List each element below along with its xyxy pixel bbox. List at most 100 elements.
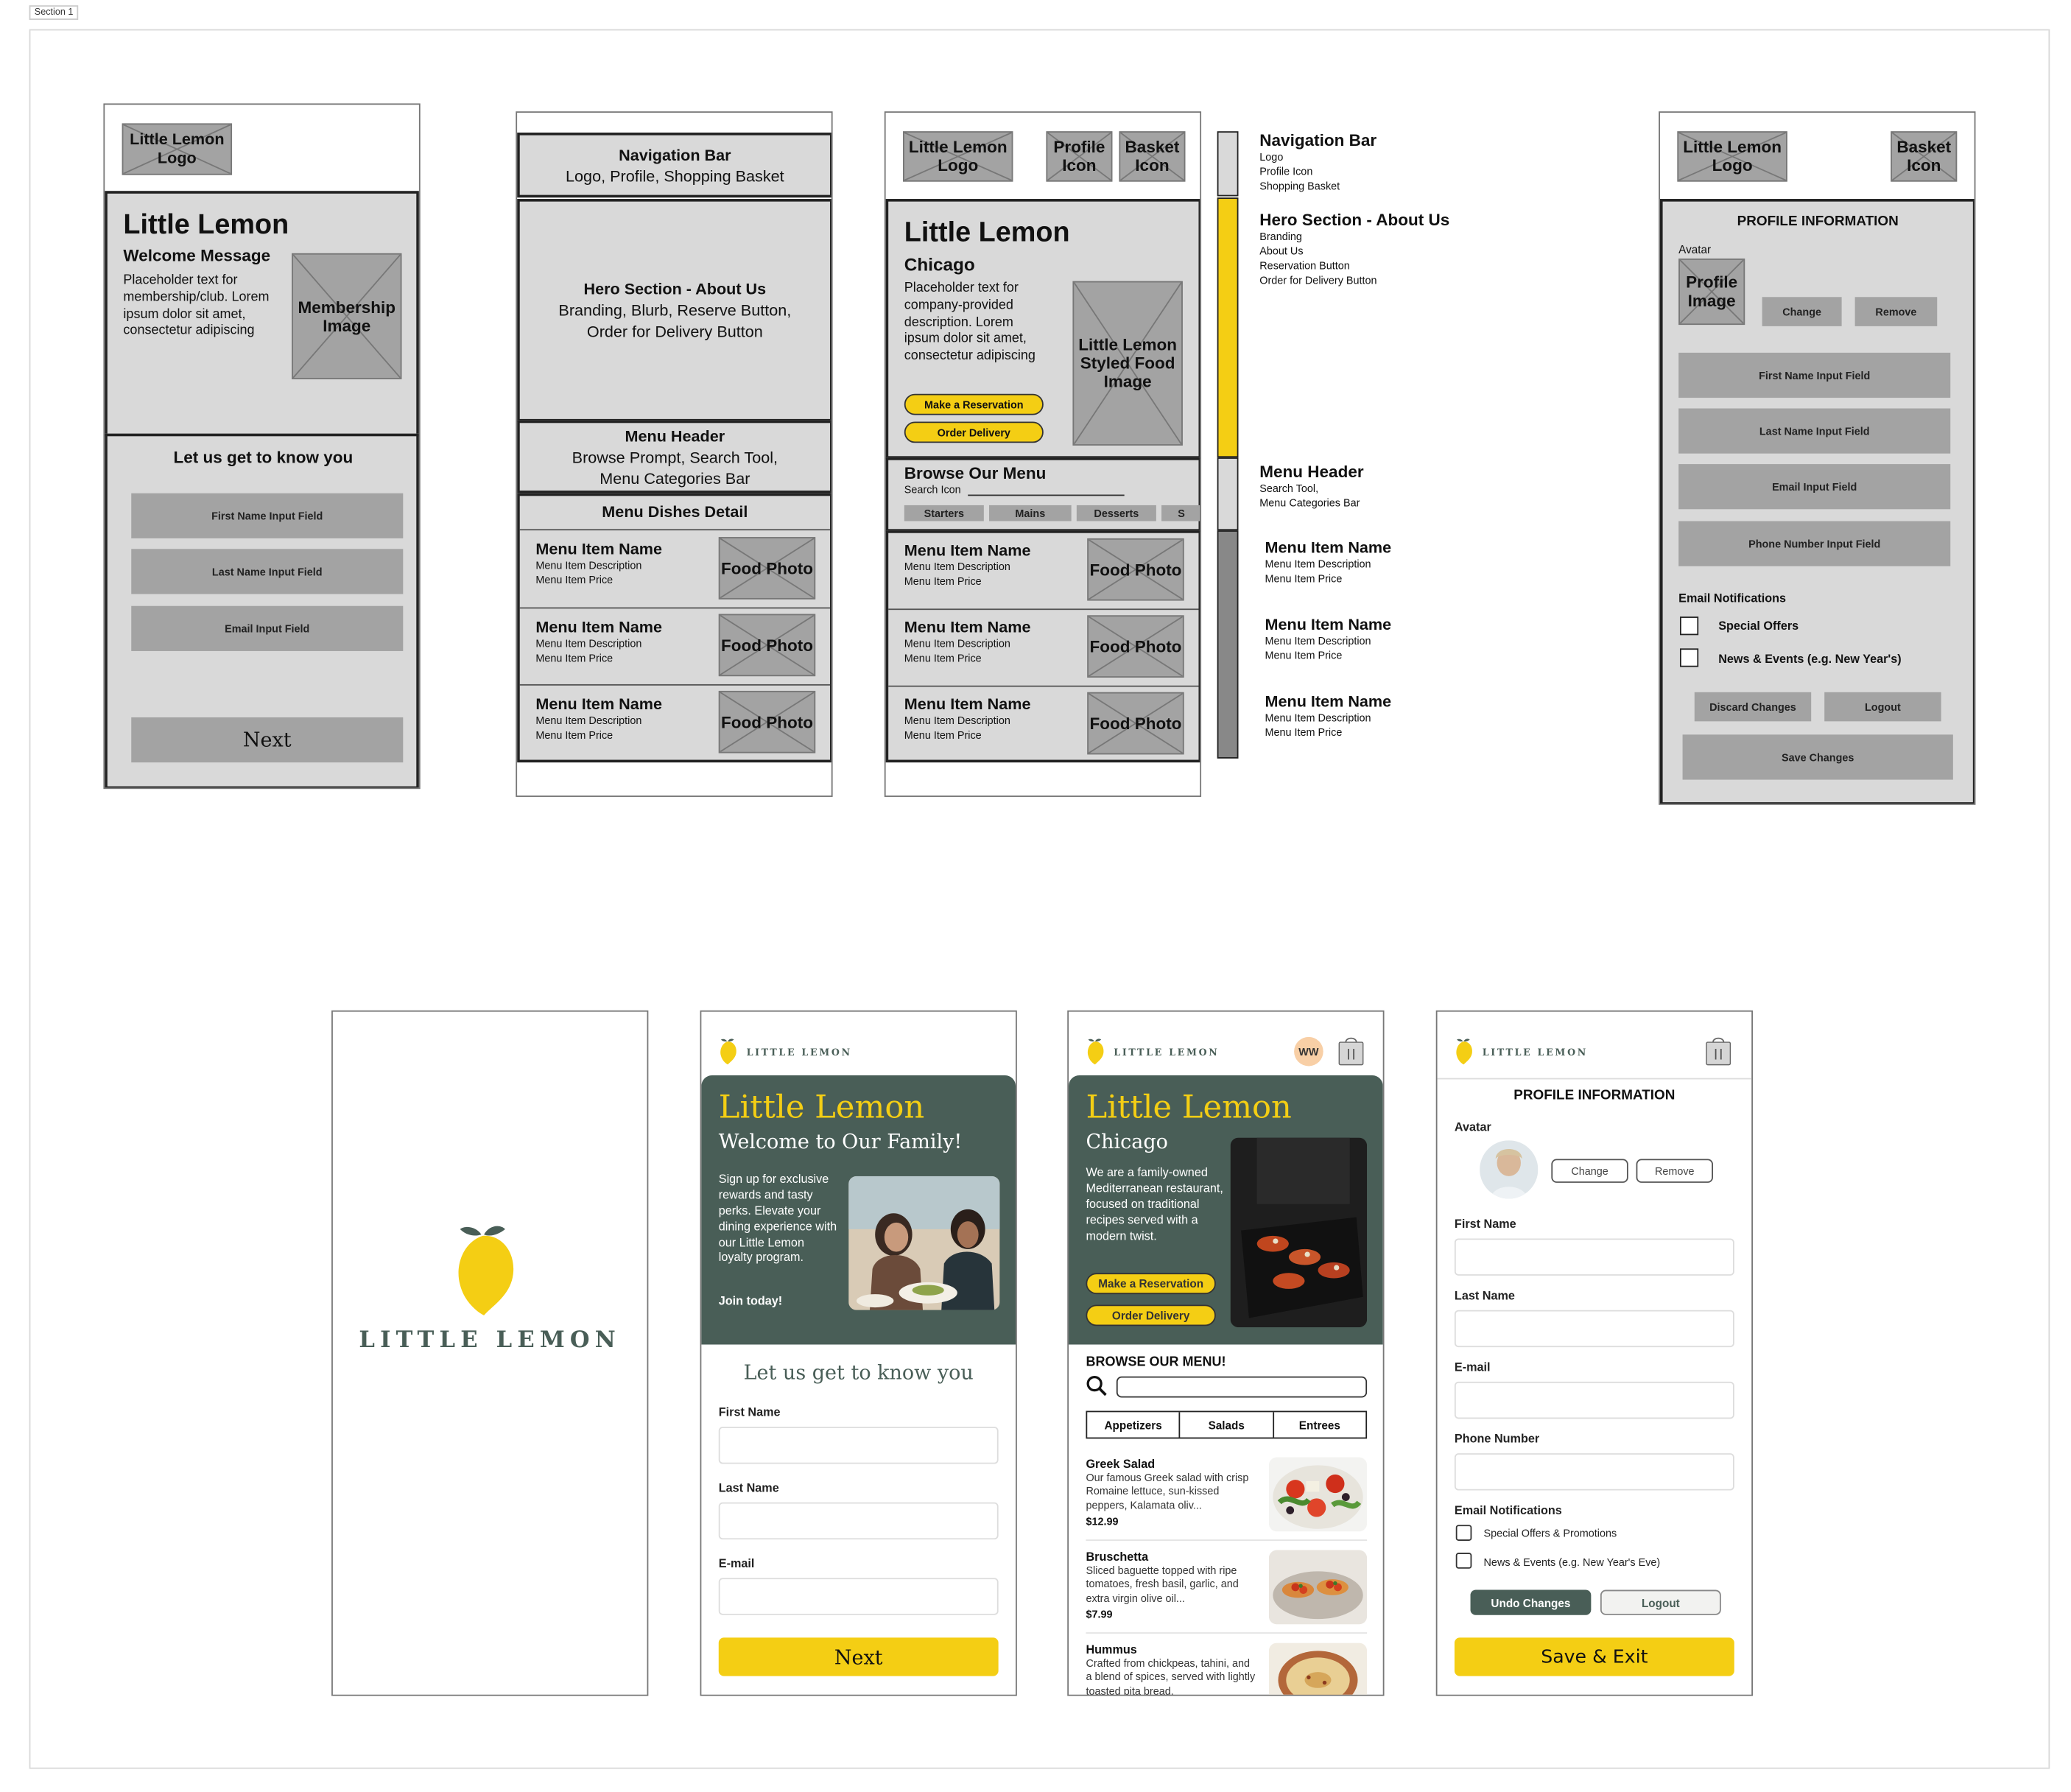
last-name-field[interactable]: Last Name Input Field xyxy=(131,549,404,594)
hero-subtitle: Welcome Message xyxy=(123,246,271,266)
undo-changes-button[interactable]: Undo Changes xyxy=(1470,1589,1592,1615)
news-events-checkbox[interactable] xyxy=(1679,648,1699,667)
basket-icon-placeholder[interactable]: Basket Icon xyxy=(1119,131,1186,182)
phone-input[interactable] xyxy=(1454,1453,1734,1491)
greek-salad-photo xyxy=(1268,1457,1368,1532)
logo-placeholder: Little Lemon Logo xyxy=(1677,131,1787,182)
change-button[interactable]: Change xyxy=(1551,1159,1628,1183)
email-input[interactable] xyxy=(1454,1381,1734,1419)
menu-item-description: Menu Item Description xyxy=(535,637,642,650)
menu-item-name: Menu Item Name xyxy=(904,695,1031,714)
dish-price: $7.99 xyxy=(1086,1608,1113,1620)
category-tab[interactable]: Starters xyxy=(904,505,984,521)
menu-dishes-box: Menu Dishes Detail Menu Item Name Menu I… xyxy=(517,493,831,763)
menu-item-name: Menu Item Name xyxy=(904,617,1031,637)
tab-appetizers[interactable]: Appetizers xyxy=(1087,1412,1181,1438)
hifi-home: LITTLE LEMON WW Little Lemon Chicago We … xyxy=(1067,1010,1385,1696)
logout-button[interactable]: Logout xyxy=(1600,1589,1721,1615)
menu-dishes-title: Menu Dishes Detail xyxy=(602,502,748,521)
menu-item: Menu Item Name Menu Item Description Men… xyxy=(888,687,1198,763)
phone-field[interactable]: Phone Number Input Field xyxy=(1678,521,1951,566)
nav-bar-desc: Logo, Profile, Shopping Basket xyxy=(566,166,784,186)
annotation-menu-line: Menu Categories Bar xyxy=(1259,497,1360,510)
food-photo-placeholder: Food Photo xyxy=(1087,615,1184,678)
profile-title: PROFILE INFORMATION xyxy=(1513,1087,1676,1103)
divider xyxy=(1086,1632,1368,1634)
dish-description: Sliced baguette topped with ripe tomatoe… xyxy=(1086,1564,1239,1604)
divider xyxy=(1086,1539,1368,1541)
basket-icon[interactable] xyxy=(1338,1034,1365,1066)
annotation-nav-title: Navigation Bar xyxy=(1259,131,1377,150)
browse-menu-title: BROWSE OUR MENU! xyxy=(1086,1354,1226,1370)
header-brand: LITTLE LEMON xyxy=(1114,1046,1220,1058)
special-offers-checkbox[interactable] xyxy=(1455,1525,1472,1541)
annotation-bar-menu-header xyxy=(1217,457,1239,531)
bruschetta-photo xyxy=(1268,1550,1368,1625)
category-tab[interactable]: Desserts xyxy=(1076,505,1156,521)
order-delivery-button[interactable]: Order Delivery xyxy=(904,421,1044,443)
basket-icon[interactable] xyxy=(1705,1034,1731,1066)
save-exit-button[interactable]: Save & Exit xyxy=(1454,1637,1734,1676)
tab-salads[interactable]: Salads xyxy=(1181,1412,1274,1438)
lemon-logo-icon xyxy=(1087,1039,1104,1065)
first-name-field[interactable]: First Name Input Field xyxy=(1678,352,1951,398)
first-name-label: First Name xyxy=(1454,1217,1516,1231)
next-button[interactable]: Next xyxy=(718,1637,999,1676)
profile-avatar[interactable]: WW xyxy=(1294,1036,1323,1067)
menu-item-description: Menu Item Description xyxy=(535,714,642,727)
avatar-photo xyxy=(1480,1140,1539,1199)
reservation-button[interactable]: Make a Reservation xyxy=(1086,1273,1216,1295)
hero-section-desc-2: Order for Delivery Button xyxy=(586,322,763,341)
nav-bar-box: Navigation Bar Logo, Profile, Shopping B… xyxy=(517,133,831,198)
news-events-checkbox[interactable] xyxy=(1455,1553,1472,1569)
annotation-item-desc: Menu Item Description xyxy=(1265,558,1371,571)
email-input[interactable] xyxy=(718,1578,999,1615)
order-delivery-button[interactable]: Order Delivery xyxy=(1086,1304,1216,1327)
first-name-input[interactable] xyxy=(1454,1238,1734,1276)
annotation-hero-line: About Us xyxy=(1259,245,1304,258)
special-offers-checkbox[interactable] xyxy=(1679,616,1699,636)
first-name-input[interactable] xyxy=(718,1427,999,1464)
category-tab[interactable]: Mains xyxy=(989,505,1072,521)
search-line[interactable] xyxy=(968,494,1125,496)
notifications-label: Email Notifications xyxy=(1678,591,1787,605)
search-icon[interactable] xyxy=(1086,1375,1107,1396)
logout-button[interactable]: Logout xyxy=(1824,692,1941,722)
food-photo-placeholder: Food Photo xyxy=(718,690,816,753)
news-events-label: News & Events (e.g. New Year's Eve) xyxy=(1483,1556,1661,1569)
discard-changes-button[interactable]: Discard Changes xyxy=(1694,692,1812,722)
tab-entrees[interactable]: Entrees xyxy=(1273,1412,1365,1437)
email-field[interactable]: Email Input Field xyxy=(131,605,404,651)
basket-icon-placeholder[interactable]: Basket Icon xyxy=(1891,131,1958,182)
next-button[interactable]: Next xyxy=(131,717,404,763)
category-tab[interactable]: S xyxy=(1161,505,1200,521)
annotation-bar-dishes xyxy=(1217,530,1239,759)
hero-city: Chicago xyxy=(904,254,975,275)
avatar-label: Avatar xyxy=(1678,242,1712,256)
email-field[interactable]: Email Input Field xyxy=(1678,464,1951,510)
last-name-input[interactable] xyxy=(1454,1310,1734,1348)
annotation-item-name: Menu Item Name xyxy=(1265,538,1392,558)
annotation-item-name: Menu Item Name xyxy=(1265,692,1392,711)
hero-body: Placeholder text for membership/club. Lo… xyxy=(123,273,270,339)
last-name-input[interactable] xyxy=(718,1502,999,1540)
nav-bar-title: Navigation Bar xyxy=(619,146,731,165)
save-changes-button[interactable]: Save Changes xyxy=(1682,734,1953,780)
profile-icon-placeholder[interactable]: Profile Icon xyxy=(1046,131,1113,182)
menu-header-title: Menu Header xyxy=(625,426,725,446)
hero-title: Little Lemon xyxy=(904,217,1070,248)
menu-item-price: Menu Item Price xyxy=(904,575,982,588)
change-button[interactable]: Change xyxy=(1762,297,1842,326)
annotation-item-price: Menu Item Price xyxy=(1265,726,1343,739)
reservation-button[interactable]: Make a Reservation xyxy=(904,393,1044,415)
remove-button[interactable]: Remove xyxy=(1636,1159,1713,1183)
search-input[interactable] xyxy=(1116,1376,1368,1398)
menu-item: Menu Item Name Menu Item Description Men… xyxy=(520,608,830,685)
first-name-field[interactable]: First Name Input Field xyxy=(131,493,404,538)
hero-box: Little Lemon Chicago Placeholder text fo… xyxy=(885,199,1200,459)
remove-button[interactable]: Remove xyxy=(1854,297,1938,326)
last-name-field[interactable]: Last Name Input Field xyxy=(1678,408,1951,454)
annotation-menu-line: Search Tool, xyxy=(1259,482,1319,495)
menu-item-price: Menu Item Price xyxy=(535,729,613,742)
search-icon[interactable]: Search Icon xyxy=(904,484,961,496)
